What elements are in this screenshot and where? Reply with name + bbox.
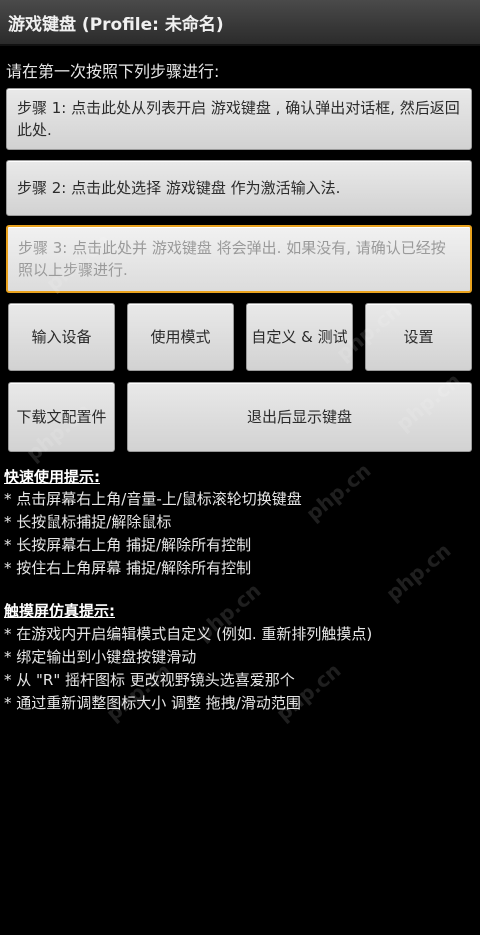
instruction-text: 请在第一次按照下列步骤进行: [6, 62, 220, 81]
quick-tip-item: * 长按屏幕右上角 捕捉/解除所有控制 [4, 536, 252, 554]
step-1-label: 步骤 1: 点击此处从列表开启 游戏键盘 , 确认弹出对话框, 然后返回此处. [17, 99, 460, 139]
customize-test-button[interactable]: 自定义 & 测试 [246, 303, 353, 371]
exit-show-keyboard-label: 退出后显示键盘 [246, 408, 352, 426]
settings-label: 设置 [403, 328, 434, 346]
input-device-label: 输入设备 [31, 328, 92, 346]
use-mode-label: 使用模式 [150, 328, 211, 346]
app-title-bar: 游戏键盘 (Profile: 未命名) [0, 0, 480, 46]
step-2-button[interactable]: 步骤 2: 点击此处选择 游戏键盘 作为激活输入法. [6, 160, 472, 216]
quick-tip-item: * 长按鼠标捕捉/解除鼠标 [4, 513, 172, 531]
input-device-button[interactable]: 输入设备 [8, 303, 115, 371]
quick-tip-item: * 点击屏幕右上角/音量-上/鼠标滚轮切换键盘 [4, 490, 302, 508]
step-2-label: 步骤 2: 点击此处选择 游戏键盘 作为激活输入法. [17, 179, 341, 197]
quick-tip-item: * 按住右上角屏幕 捕捉/解除所有控制 [4, 559, 252, 577]
use-mode-button[interactable]: 使用模式 [127, 303, 234, 371]
app-title: 游戏键盘 (Profile: 未命名) [8, 14, 224, 35]
watermark: php.cn [381, 538, 456, 606]
touch-tip-item: * 在游戏内开启编辑模式自定义 (例如. 重新排列触摸点) [4, 625, 373, 643]
touch-tip-item: * 绑定输出到小键盘按键滑动 [4, 648, 197, 666]
quick-tips-title: 快速使用提示: [4, 468, 100, 486]
step-1-button[interactable]: 步骤 1: 点击此处从列表开启 游戏键盘 , 确认弹出对话框, 然后返回此处. [6, 88, 472, 150]
touch-tips-title: 触摸屏仿真提示: [4, 602, 115, 620]
watermark: php.cn [301, 458, 376, 526]
